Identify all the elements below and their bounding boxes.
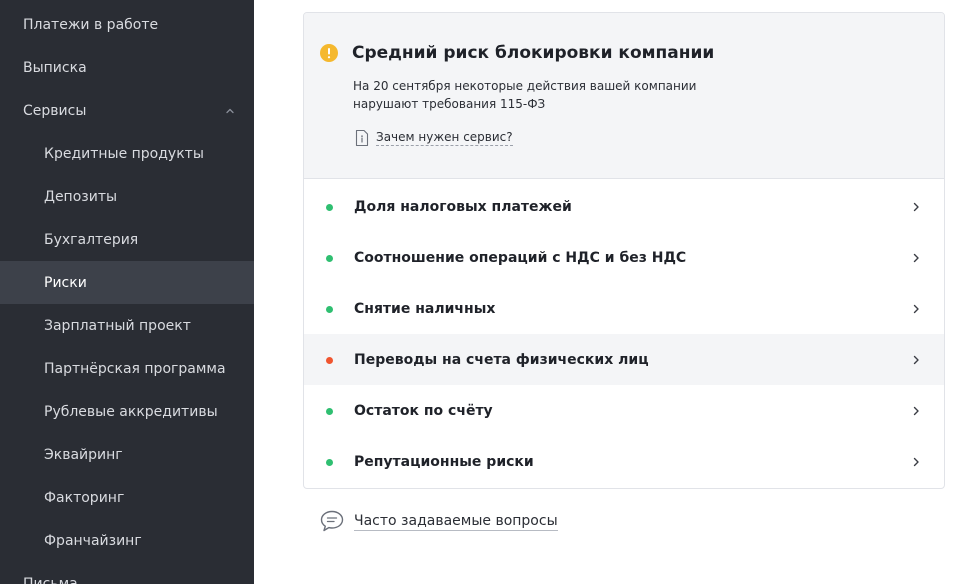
risk-row-label: Соотношение операций с НДС и без НДС xyxy=(354,249,687,266)
sidebar-item-label: Эквайринг xyxy=(44,446,123,463)
sidebar-item-payments-in-progress[interactable]: Платежи в работе xyxy=(0,3,254,46)
sidebar-item-acquiring[interactable]: Эквайринг xyxy=(0,433,254,476)
risk-panel: Средний риск блокировки компании На 20 с… xyxy=(303,12,945,489)
risk-row-tax-payments-share[interactable]: Доля налоговых платежей xyxy=(304,181,944,232)
status-ok-dot xyxy=(326,254,333,262)
chevron-right-icon xyxy=(913,457,919,466)
sidebar-item-label: Депозиты xyxy=(44,188,118,205)
risk-description: На 20 сентября некоторые действия вашей … xyxy=(353,79,697,111)
sidebar-item-partner-program[interactable]: Партнёрская программа xyxy=(0,347,254,390)
sidebar-item-credit-products[interactable]: Кредитные продукты xyxy=(0,132,254,175)
sidebar-item-label: Кредитные продукты xyxy=(44,145,204,162)
chevron-right-icon xyxy=(913,253,919,262)
chevron-right-icon xyxy=(913,355,919,364)
risk-row-cash-withdrawal[interactable]: Снятие наличных xyxy=(304,283,944,334)
document-icon xyxy=(355,129,369,147)
sidebar-item-services[interactable]: Сервисы xyxy=(0,89,254,132)
risk-row-label: Остаток по счёту xyxy=(354,402,493,419)
sidebar-item-factoring[interactable]: Факторинг xyxy=(0,476,254,519)
warning-circle-icon xyxy=(320,44,338,62)
sidebar-item-letters[interactable]: Письма xyxy=(0,562,254,584)
chevron-right-icon xyxy=(913,202,919,211)
status-ok-dot xyxy=(326,407,333,415)
sidebar-item-salary-project[interactable]: Зарплатный проект xyxy=(0,304,254,347)
chat-bubble-icon xyxy=(320,510,344,532)
sidebar-item-deposits[interactable]: Депозиты xyxy=(0,175,254,218)
status-ok-dot xyxy=(326,203,333,211)
sidebar-item-accounting[interactable]: Бухгалтерия xyxy=(0,218,254,261)
sidebar-item-label: Бухгалтерия xyxy=(44,231,139,248)
risk-row-reputational-risks[interactable]: Репутационные риски xyxy=(304,436,944,487)
risk-row-label: Снятие наличных xyxy=(354,300,496,317)
chevron-right-icon xyxy=(913,406,919,415)
sidebar-item-statement[interactable]: Выписка xyxy=(0,46,254,89)
sidebar-item-risks[interactable]: Риски xyxy=(0,261,254,304)
risk-summary: Средний риск блокировки компании На 20 с… xyxy=(304,13,944,179)
sidebar-item-label: Рублевые аккредитивы xyxy=(44,403,218,420)
sidebar-item-label: Письма xyxy=(23,575,78,584)
faq-label: Часто задаваемые вопросы xyxy=(354,512,558,531)
risk-row-label: Переводы на счета физических лиц xyxy=(354,351,649,368)
status-ok-dot xyxy=(326,458,333,466)
status-warning-dot xyxy=(326,356,333,364)
sidebar-item-label: Платежи в работе xyxy=(23,16,159,33)
faq-link[interactable]: Часто задаваемые вопросы xyxy=(319,508,558,534)
sidebar-item-label: Факторинг xyxy=(44,489,125,506)
sidebar-item-label: Партнёрская программа xyxy=(44,360,226,377)
why-service-label: Зачем нужен сервис? xyxy=(376,130,513,146)
status-ok-dot xyxy=(326,305,333,313)
why-service-link[interactable]: Зачем нужен сервис? xyxy=(354,128,513,148)
risk-title: Средний риск блокировки компании xyxy=(352,43,715,63)
sidebar-item-label: Сервисы xyxy=(23,102,87,119)
risk-row-transfers-to-individuals[interactable]: Переводы на счета физических лиц xyxy=(304,334,944,385)
risk-row-label: Репутационные риски xyxy=(354,453,534,470)
chevron-up-icon xyxy=(226,108,234,113)
sidebar-item-label: Выписка xyxy=(23,59,87,76)
sidebar-item-label: Зарплатный проект xyxy=(44,317,191,334)
sidebar-item-label: Риски xyxy=(44,274,87,291)
risk-row-label: Доля налоговых платежей xyxy=(354,198,572,215)
risk-row-account-balance[interactable]: Остаток по счёту xyxy=(304,385,944,436)
sidebar-item-label: Франчайзинг xyxy=(44,532,142,549)
chevron-right-icon xyxy=(913,304,919,313)
sidebar: Платежи в работе Выписка Сервисы Кредитн… xyxy=(0,0,254,584)
risk-row-vat-operations-ratio[interactable]: Соотношение операций с НДС и без НДС xyxy=(304,232,944,283)
sidebar-item-ruble-letters-of-credit[interactable]: Рублевые аккредитивы xyxy=(0,390,254,433)
sidebar-item-franchising[interactable]: Франчайзинг xyxy=(0,519,254,562)
